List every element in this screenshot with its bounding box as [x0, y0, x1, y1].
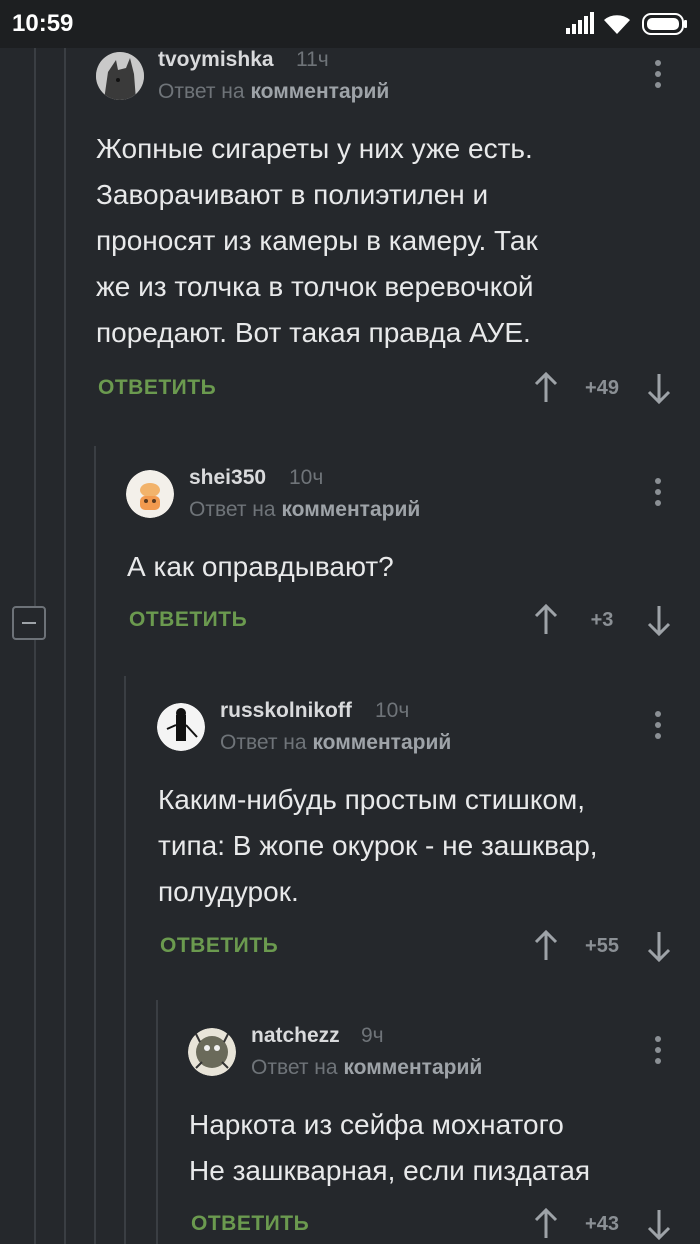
comment-time: 10ч: [375, 699, 410, 722]
thread-line: [94, 446, 96, 1244]
reply-button[interactable]: ОТВЕТИТЬ: [98, 376, 216, 400]
collapse-button[interactable]: [12, 606, 46, 640]
reply-button[interactable]: ОТВЕТИТЬ: [160, 934, 278, 958]
avatar[interactable]: [96, 52, 144, 100]
username[interactable]: natchezz: [251, 1024, 340, 1048]
status-bar: 10:59: [0, 0, 700, 48]
reply-to[interactable]: Ответ на комментарий: [189, 498, 420, 522]
username[interactable]: tvoymishka: [158, 48, 274, 72]
battery-icon: [642, 13, 687, 35]
comment-time: 9ч: [361, 1024, 384, 1047]
avatar[interactable]: [188, 1028, 236, 1076]
more-vert-icon[interactable]: [654, 711, 662, 743]
arrow-up-icon[interactable]: [533, 930, 559, 962]
thread-line: [156, 1000, 158, 1244]
arrow-up-icon[interactable]: [533, 604, 559, 636]
status-time: 10:59: [12, 10, 74, 37]
thread-line: [34, 48, 36, 1244]
reply-to[interactable]: Ответ на комментарий: [251, 1056, 482, 1080]
reply-to[interactable]: Ответ на комментарий: [158, 80, 389, 104]
vote-score: +3: [590, 609, 614, 631]
more-vert-icon[interactable]: [654, 1036, 662, 1068]
arrow-down-icon[interactable]: [646, 930, 672, 962]
signal-icon: [566, 12, 594, 34]
arrow-up-icon[interactable]: [533, 1208, 559, 1240]
comment-text: Наркота из сейфа мохнатого Не зашкварная…: [189, 1109, 591, 1186]
reply-button[interactable]: ОТВЕТИТЬ: [129, 608, 247, 632]
arrow-down-icon[interactable]: [646, 372, 672, 404]
more-vert-icon[interactable]: [654, 60, 662, 92]
arrow-up-icon[interactable]: [533, 372, 559, 404]
comment-time: 10ч: [289, 466, 324, 489]
wifi-icon: [604, 15, 630, 35]
username[interactable]: russkolnikoff: [220, 699, 352, 723]
comment-text: А как оправдывают?: [127, 551, 394, 582]
comment-time: 11ч: [296, 48, 329, 71]
vote-score: +49: [585, 377, 619, 399]
thread-line: [124, 676, 126, 1244]
thread-line: [64, 48, 66, 1244]
username[interactable]: shei350: [189, 466, 266, 490]
avatar[interactable]: [157, 703, 205, 751]
arrow-down-icon[interactable]: [646, 604, 672, 636]
comment-text: Каким-нибудь простым стишком, типа: В жо…: [158, 784, 598, 907]
vote-score: +55: [585, 935, 619, 957]
reply-button[interactable]: ОТВЕТИТЬ: [191, 1212, 309, 1236]
more-vert-icon[interactable]: [654, 478, 662, 510]
comment-text: Жопные сигареты у них уже есть. Заворачи…: [96, 133, 538, 348]
avatar[interactable]: [126, 470, 174, 518]
reply-to[interactable]: Ответ на комментарий: [220, 731, 451, 755]
vote-score: +43: [585, 1213, 619, 1235]
arrow-down-icon[interactable]: [646, 1208, 672, 1240]
